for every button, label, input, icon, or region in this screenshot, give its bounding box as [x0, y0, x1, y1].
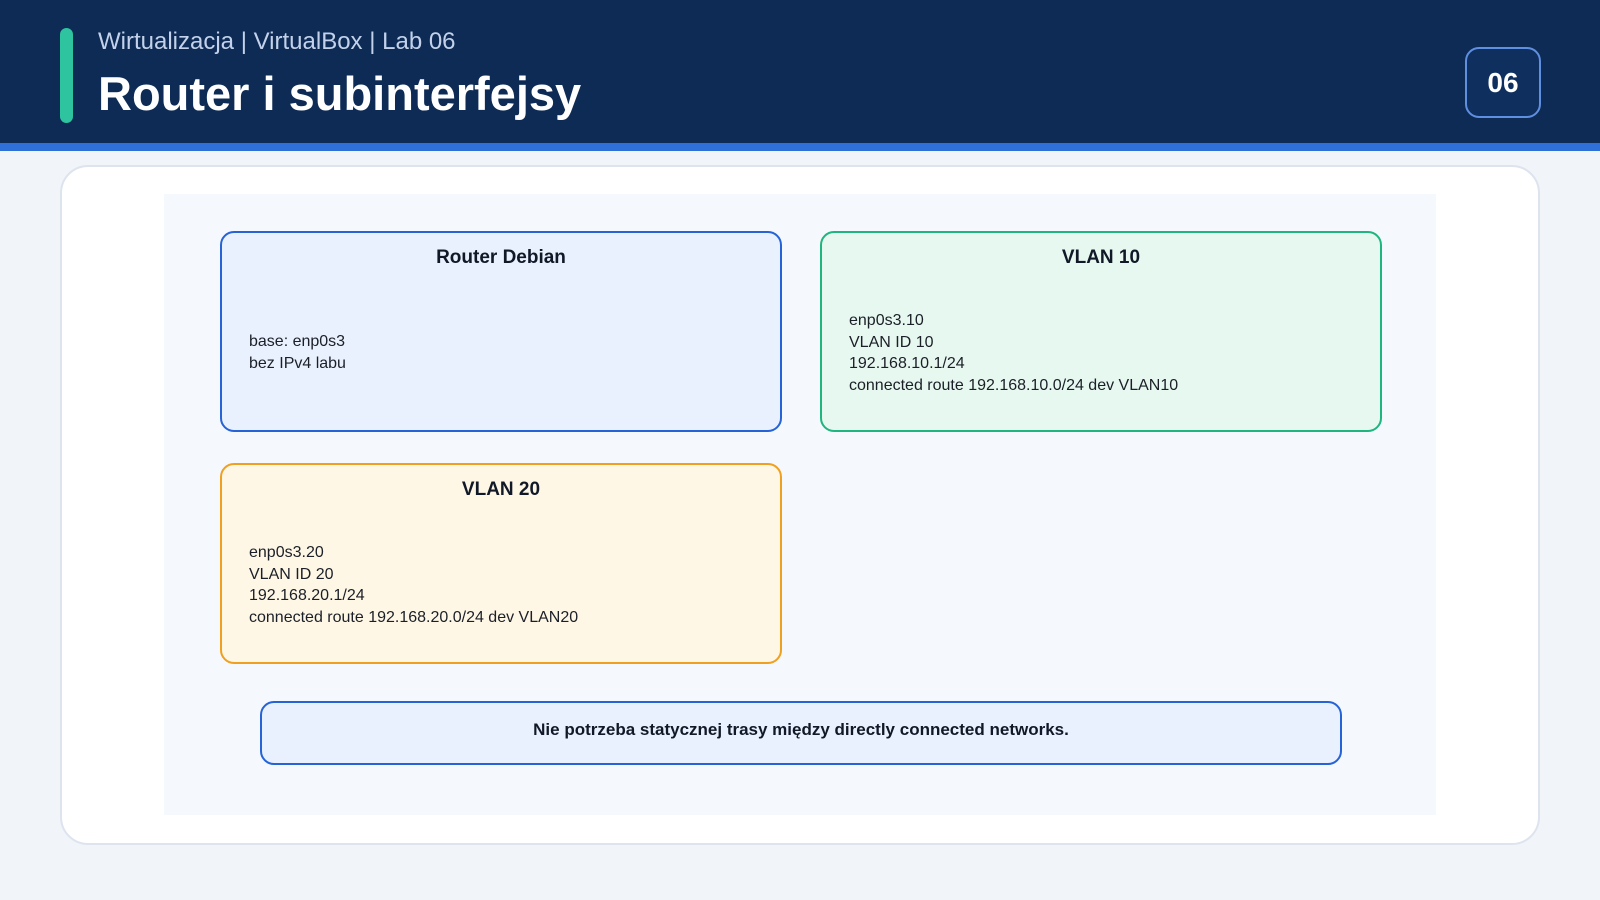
vlan20-node: VLAN 20 enp0s3.20 VLAN ID 20 192.168.20.… [220, 463, 782, 664]
vlan10-line: enp0s3.10 [849, 312, 924, 329]
router-node-title: Router Debian [436, 247, 566, 268]
header-stripe [0, 143, 1600, 151]
router-node-details: base: enp0s3 bez IPv4 labu [249, 331, 346, 374]
vlan10-line: VLAN ID 10 [849, 333, 934, 351]
routing-note: Nie potrzeba statycznej trasy między dir… [260, 701, 1342, 765]
slide-number-badge: 06 [1465, 47, 1541, 118]
slide-header: Wirtualizacja | VirtualBox | Lab 06 Rout… [0, 0, 1600, 143]
vlan20-node-title: VLAN 20 [461, 479, 541, 500]
router-line: bez IPv4 labu [249, 354, 346, 372]
vlan20-line: 192.168.20.1/24 [249, 587, 365, 604]
vlan20-line: connected route 192.168.20.0/24 dev VLAN… [249, 608, 579, 626]
router-debian-node: Router Debian base: enp0s3 bez IPv4 labu [220, 231, 782, 432]
accent-bar [60, 28, 73, 123]
vlan10-node: VLAN 10 enp0s3.10 VLAN ID 10 192.168.10.… [820, 231, 1382, 432]
vlan10-line: connected route 192.168.10.0/24 dev VLAN… [849, 376, 1179, 394]
vlan10-node-details: enp0s3.10 VLAN ID 10 192.168.10.1/24 con… [849, 310, 1178, 396]
slide-subtitle: Wirtualizacja | VirtualBox | Lab 06 [98, 28, 456, 55]
vlan20-line: VLAN ID 20 [249, 565, 334, 583]
routing-note-text: Nie potrzeba statycznej trasy między dir… [533, 720, 1069, 739]
vlan20-line: enp0s3.20 [249, 544, 324, 561]
slide-title: Router i subinterfejsy [98, 67, 582, 120]
vlan10-line: 192.168.10.1/24 [849, 355, 965, 372]
router-line: base: enp0s3 [249, 333, 346, 350]
vlan10-node-title: VLAN 10 [1061, 247, 1141, 268]
vlan20-node-details: enp0s3.20 VLAN ID 20 192.168.20.1/24 con… [249, 542, 578, 628]
